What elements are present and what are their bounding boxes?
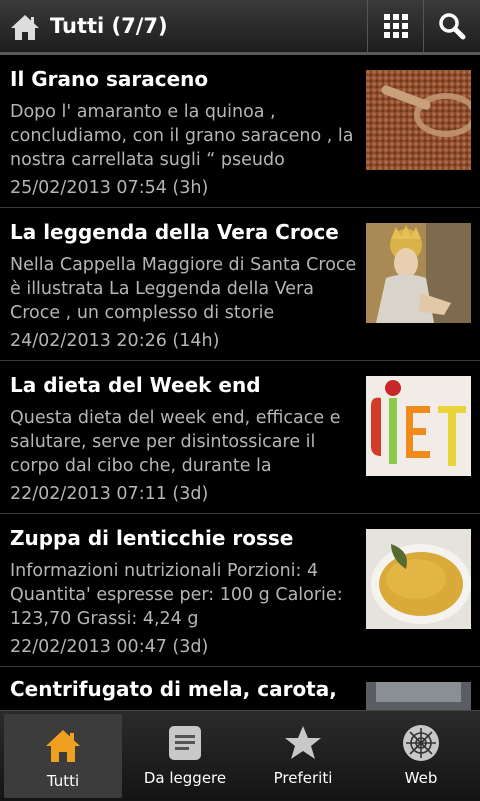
web-icon [403, 725, 439, 761]
tab-da-leggere[interactable]: Da leggere [126, 711, 244, 801]
action-bar: Tutti (7/7) [0, 0, 480, 55]
article-date: 24/02/2013 20:26 (14h) [10, 331, 220, 351]
article-title: La dieta del Week end [10, 373, 261, 397]
article-date: 25/02/2013 07:54 (3h) [10, 178, 209, 198]
home-icon [46, 730, 80, 762]
article-title: La leggenda della Vera Croce [10, 220, 339, 244]
article-title: Zuppa di lenticchie rosse [10, 526, 294, 550]
grid-view-button[interactable] [367, 0, 424, 52]
bottom-tab-bar: Tutti Da leggere Preferiti Web [0, 710, 480, 801]
home-button[interactable] [8, 10, 42, 44]
list-item[interactable]: La leggenda della Vera Croce Nella Cappe… [0, 208, 480, 361]
article-list[interactable]: Il Grano saraceno Dopo l' amaranto e la … [0, 55, 480, 710]
article-date: 22/02/2013 07:11 (3d) [10, 484, 209, 504]
list-item[interactable]: Il Grano saraceno Dopo l' amaranto e la … [0, 55, 480, 208]
article-thumbnail [366, 529, 471, 629]
page-title: Tutti (7/7) [50, 14, 168, 38]
list-item[interactable]: Centrifugato di mela, carota, [0, 667, 480, 710]
search-icon [439, 13, 466, 40]
article-thumbnail [366, 376, 471, 476]
article-description: Nella Cappella Maggiore di Santa Croce è… [10, 255, 357, 323]
grid-icon [384, 14, 408, 38]
list-item[interactable]: La dieta del Week end Questa dieta del w… [0, 361, 480, 514]
tab-tutti[interactable]: Tutti [4, 714, 122, 798]
tab-label: Preferiti [273, 769, 333, 787]
tab-label: Tutti [46, 772, 80, 790]
article-description: Questa dieta del week end, efficace e sa… [10, 408, 341, 476]
search-button[interactable] [423, 0, 480, 52]
star-icon [285, 726, 321, 759]
home-icon [11, 15, 39, 40]
tab-web[interactable]: Web [362, 711, 480, 801]
tab-label: Da leggere [143, 769, 227, 787]
tab-preferiti[interactable]: Preferiti [244, 711, 362, 801]
article-title: Il Grano saraceno [10, 67, 209, 91]
article-thumbnail [366, 682, 471, 710]
article-date: 22/02/2013 00:47 (3d) [10, 637, 209, 657]
tab-label: Web [404, 769, 438, 787]
article-thumbnail [366, 70, 471, 170]
article-description: Informazioni nutrizionali Porzioni: 4 Qu… [10, 561, 343, 629]
document-icon [169, 726, 201, 760]
article-description: Dopo l' amaranto e la quinoa , concludia… [10, 102, 354, 170]
article-title: Centrifugato di mela, carota, [10, 677, 337, 701]
article-thumbnail [366, 223, 471, 323]
list-item[interactable]: Zuppa di lenticchie rosse Informazioni n… [0, 514, 480, 667]
